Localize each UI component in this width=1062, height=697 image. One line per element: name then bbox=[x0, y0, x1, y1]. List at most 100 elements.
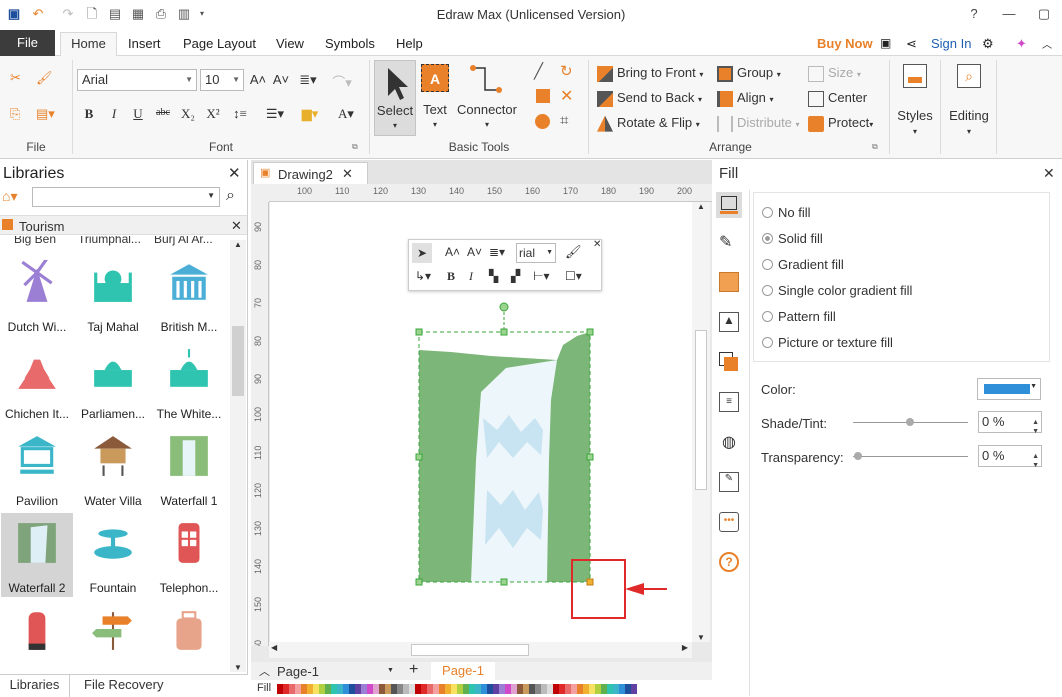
color-dropdown-icon[interactable]: ▼ bbox=[1030, 383, 1037, 390]
radio-no-fill[interactable] bbox=[762, 207, 773, 218]
bold-button[interactable]: B bbox=[79, 106, 99, 122]
page-collapse-icon[interactable]: ︿ bbox=[259, 663, 270, 679]
grow-font-icon[interactable]: A˄ bbox=[248, 72, 268, 87]
canvas-scroll-left-icon[interactable]: ◀ bbox=[271, 643, 277, 652]
lib-label-big-ben[interactable]: Big Ben bbox=[14, 236, 56, 246]
mini-shrink-font-icon[interactable]: A˅ bbox=[467, 245, 482, 259]
distribute-button[interactable]: Distribute ▾ bbox=[717, 115, 800, 133]
add-page-icon[interactable]: + bbox=[409, 661, 418, 679]
library-item[interactable]: Chichen It... bbox=[1, 339, 73, 423]
connector-dropdown-icon[interactable]: ▾ bbox=[455, 120, 519, 129]
format-painter-icon[interactable]: ✂ bbox=[10, 70, 21, 86]
active-page-tab[interactable]: Page-1 bbox=[431, 662, 495, 680]
connector-tool-button[interactable]: Connector ▾ bbox=[455, 64, 519, 136]
tab-insert[interactable]: Insert bbox=[128, 36, 161, 51]
tab-file-recovery[interactable]: File Recovery bbox=[84, 677, 163, 692]
tab-view[interactable]: View bbox=[276, 36, 304, 51]
mini-distribute-icon[interactable]: ⊢▾ bbox=[533, 269, 549, 283]
canvas-vscroll-thumb[interactable] bbox=[695, 330, 707, 490]
transparency-slider-thumb[interactable] bbox=[854, 452, 862, 460]
lib-label-triumphal[interactable]: Triumphal... bbox=[78, 236, 141, 246]
fill-option-solid-fill[interactable]: Solid fill bbox=[762, 231, 823, 246]
arrange-dialog-launcher-icon[interactable]: ⧉ bbox=[872, 142, 878, 152]
library-home-icon[interactable]: ⌂▾ bbox=[2, 188, 17, 205]
select-tool-button[interactable]: Select ▾ bbox=[374, 60, 416, 136]
align-text-icon[interactable]: ≣▾ bbox=[298, 72, 318, 88]
center-button[interactable]: Center bbox=[808, 90, 867, 107]
notes-icon[interactable]: ✎ bbox=[719, 472, 739, 492]
canvas-scroll-up-icon[interactable]: ▲ bbox=[692, 202, 710, 211]
canvas-hscroll-thumb[interactable] bbox=[411, 644, 529, 656]
mini-font-select[interactable]: rial ▼ bbox=[516, 243, 556, 263]
close-fill-panel-icon[interactable]: ✕ bbox=[1043, 165, 1055, 182]
brush-icon[interactable]: 🖌 bbox=[36, 70, 53, 86]
page-setup-icon[interactable]: ≡ bbox=[719, 392, 739, 412]
font-name-select[interactable]: Arial ▼ bbox=[77, 69, 197, 91]
radio-single-color-gradient[interactable] bbox=[762, 285, 773, 296]
theme-icon[interactable]: ✦ bbox=[1016, 36, 1027, 52]
mini-send-back-icon[interactable]: ▞ bbox=[511, 269, 520, 283]
shape-style-icon[interactable] bbox=[719, 272, 739, 292]
subscript-button[interactable]: X₂ bbox=[178, 106, 198, 122]
tab-help[interactable]: Help bbox=[396, 36, 423, 51]
superscript-button[interactable]: X² bbox=[203, 106, 223, 122]
radio-solid-fill[interactable] bbox=[762, 233, 773, 244]
tab-symbols[interactable]: Symbols bbox=[325, 36, 375, 51]
group-button[interactable]: Group ▾ bbox=[717, 65, 781, 83]
library-item[interactable]: Water Villa bbox=[77, 426, 149, 510]
canvas-vertical-scrollbar[interactable]: ▲ ▼ bbox=[692, 202, 710, 642]
editing-dropdown-icon[interactable]: ▾ bbox=[946, 127, 992, 136]
transparency-slider-track[interactable] bbox=[853, 456, 968, 457]
protect-button[interactable]: Protect▾ bbox=[808, 115, 873, 133]
close-category-icon[interactable]: ✕ bbox=[231, 218, 242, 234]
size-button[interactable]: Size ▾ bbox=[808, 65, 861, 83]
fill-option-single-color-gradient[interactable]: Single color gradient fill bbox=[762, 283, 912, 298]
crop-tool-icon[interactable]: ⌗ bbox=[560, 112, 568, 129]
mini-format-painter-icon[interactable]: 🖌 bbox=[565, 244, 582, 260]
library-item[interactable] bbox=[1, 600, 73, 672]
canvas-scroll-down-icon[interactable]: ▼ bbox=[692, 633, 710, 642]
fill-option-no-fill[interactable]: No fill bbox=[762, 205, 811, 220]
styles-button[interactable]: Styles ▾ bbox=[894, 64, 936, 154]
scroll-up-icon[interactable]: ▲ bbox=[230, 240, 246, 249]
color-palette[interactable] bbox=[277, 683, 637, 694]
settings-gear-icon[interactable]: ⚙ bbox=[982, 36, 994, 52]
tab-home[interactable]: Home bbox=[60, 32, 117, 57]
canvas-scroll-right-icon[interactable]: ▶ bbox=[682, 643, 688, 652]
line-style-icon[interactable]: ✎ bbox=[719, 232, 739, 252]
collapse-ribbon-icon[interactable]: ︿ bbox=[1042, 36, 1052, 51]
rotate-flip-button[interactable]: Rotate & Flip ▾ bbox=[597, 115, 700, 133]
fill-tool-icon[interactable] bbox=[716, 192, 742, 218]
line-tool-icon[interactable]: ╱ bbox=[534, 62, 543, 80]
align-button[interactable]: Align ▾ bbox=[717, 90, 774, 108]
select-dropdown-icon[interactable]: ▾ bbox=[375, 121, 415, 130]
library-item[interactable]: The White... bbox=[153, 339, 225, 423]
shade-value-input[interactable]: 0 % ▲ ▼ bbox=[978, 411, 1042, 435]
mini-bold-button[interactable]: B bbox=[447, 269, 455, 284]
styles-dropdown-icon[interactable]: ▾ bbox=[894, 127, 936, 136]
library-item[interactable]: Pavilion bbox=[1, 426, 73, 510]
radio-gradient-fill[interactable] bbox=[762, 259, 773, 270]
minimize-button[interactable]: — bbox=[997, 4, 1021, 24]
maximize-button[interactable]: ▢ bbox=[1032, 4, 1056, 24]
scroll-thumb[interactable] bbox=[232, 326, 244, 396]
strikethrough-button[interactable]: abc bbox=[153, 107, 173, 118]
bullets-icon[interactable]: ☰▾ bbox=[265, 106, 285, 122]
page-select[interactable]: Page-1 ▼ bbox=[277, 664, 397, 679]
shade-slider-thumb[interactable] bbox=[906, 418, 914, 426]
globe-icon[interactable]: ◍ bbox=[719, 432, 739, 452]
text-dropdown-icon[interactable]: ▾ bbox=[419, 120, 451, 129]
lib-label-burj[interactable]: Burj Al Ar... bbox=[154, 236, 213, 246]
editing-button[interactable]: ⌕ Editing ▾ bbox=[946, 64, 992, 154]
layers-icon[interactable] bbox=[719, 352, 739, 372]
library-item[interactable] bbox=[153, 600, 225, 672]
ellipse-tool-icon[interactable] bbox=[535, 114, 550, 129]
library-scrollbar[interactable]: ▲ ▼ bbox=[230, 240, 246, 672]
library-item[interactable]: Telephon... bbox=[153, 513, 225, 597]
cross-tool-icon[interactable]: ✕ bbox=[560, 86, 573, 106]
library-item[interactable]: Fountain bbox=[77, 513, 149, 597]
mini-close-icon[interactable]: ✕ bbox=[593, 239, 601, 250]
bring-to-front-button[interactable]: Bring to Front ▾ bbox=[597, 65, 703, 83]
library-item[interactable]: Waterfall 1 bbox=[153, 426, 225, 510]
text-tool-button[interactable]: A Text ▾ bbox=[419, 64, 451, 136]
